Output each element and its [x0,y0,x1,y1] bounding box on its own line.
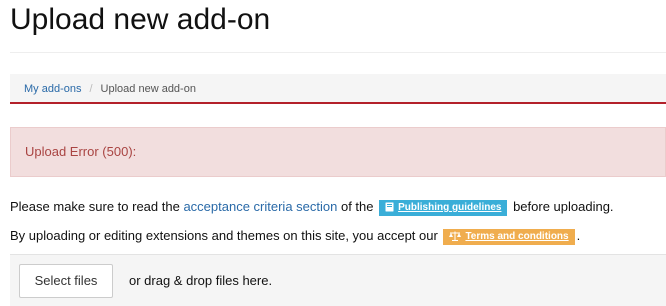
scale-icon [449,231,462,241]
title-divider [10,52,666,53]
notice-text-2: of the [337,199,378,214]
select-files-button[interactable]: Select files [19,264,113,298]
file-drop-zone[interactable]: Select files or drag & drop files here. [10,254,666,306]
breadcrumb-separator: / [89,83,93,95]
notice-text-3: before uploading. [509,199,614,214]
drop-hint: or drag & drop files here. [129,273,273,288]
terms-and-conditions-label: Terms and conditions [465,231,569,242]
alert-message: Upload Error (500): [25,144,137,159]
terms-notice: By uploading or editing extensions and t… [10,226,580,246]
terms-text: By uploading or editing extensions and t… [10,228,442,243]
terms-and-conditions-button[interactable]: Terms and conditions [443,229,575,245]
publishing-guidelines-label: Publishing guidelines [398,202,502,213]
upload-error-alert: Upload Error (500): [10,127,666,177]
terms-period: . [576,228,581,243]
breadcrumb-my-addons[interactable]: My add-ons [24,83,81,95]
breadcrumb: My add-ons / Upload new add-on [10,74,666,104]
publishing-guidelines-button[interactable]: Publishing guidelines [379,200,508,216]
breadcrumb-current: Upload new add-on [100,83,196,95]
acceptance-criteria-link[interactable]: acceptance criteria section [183,199,337,214]
notice-text-1: Please make sure to read the [10,199,184,214]
acceptance-notice: Please make sure to read the acceptance … [10,197,614,217]
book-icon [385,202,394,212]
page-title: Upload new add-on [10,3,271,36]
